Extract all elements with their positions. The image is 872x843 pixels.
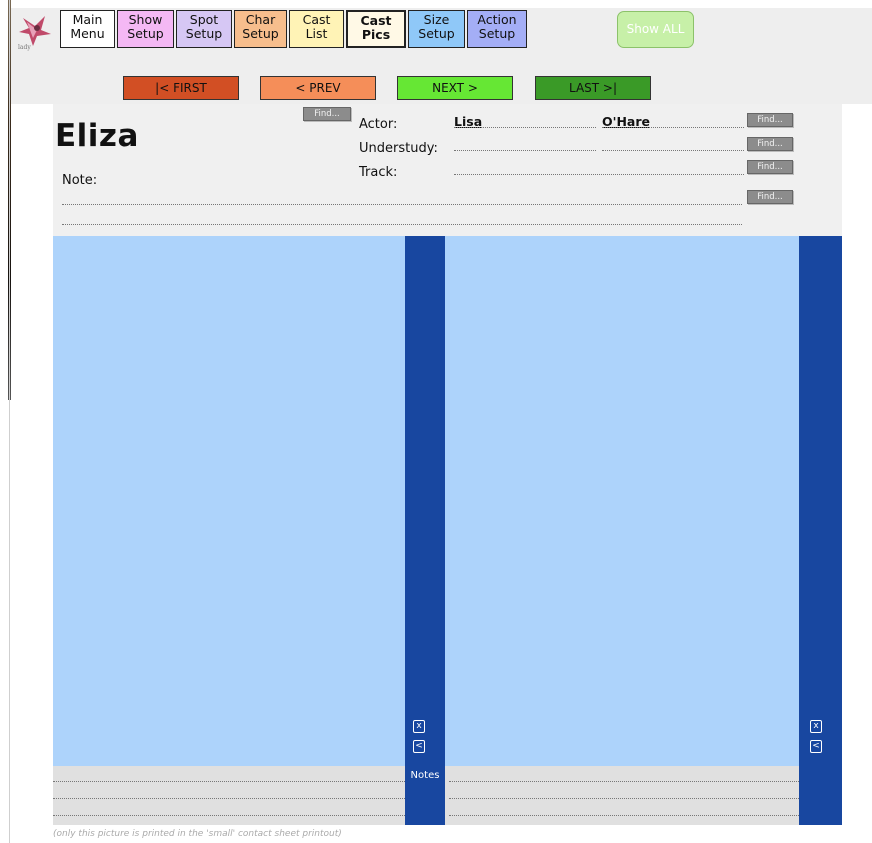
- nav-button-line2: Setup: [242, 26, 279, 41]
- find-understudy-button[interactable]: Find...: [747, 137, 793, 151]
- clear-photo-left-button[interactable]: x: [413, 720, 425, 733]
- nav-button-line2: Setup: [418, 26, 455, 41]
- nav-button-size-setup[interactable]: Size Setup: [408, 10, 465, 48]
- nav-button-line2: Setup: [185, 26, 223, 41]
- note-line-1[interactable]: [62, 204, 742, 205]
- first-record-button[interactable]: |< FIRST: [123, 76, 239, 100]
- photo-side-strip-left: [405, 236, 445, 825]
- actor-first-field[interactable]: [454, 127, 596, 128]
- nav-button-action-setup[interactable]: Action Setup: [467, 10, 527, 48]
- nav-button-line2: List: [305, 26, 328, 41]
- find-track-button[interactable]: Find...: [747, 160, 793, 174]
- photo-notes-left[interactable]: [53, 766, 405, 825]
- nav-button-line2: Setup: [127, 26, 164, 41]
- nav-button-line1: Action: [477, 12, 517, 27]
- nav-button-line1: Spot: [189, 12, 219, 27]
- nav-button-line1: Cast: [302, 12, 331, 27]
- photo-side-strip-right: [799, 236, 842, 825]
- nav-button-line2: Setup: [478, 26, 516, 41]
- nav-button-line1: Char: [245, 12, 276, 27]
- next-record-button[interactable]: NEXT >: [397, 76, 513, 100]
- photo-container-right[interactable]: [445, 236, 799, 766]
- nav-button-line1: Main: [72, 12, 103, 27]
- nav-button-cast-list[interactable]: Cast List: [289, 10, 344, 48]
- photo-container-left[interactable]: [53, 236, 405, 766]
- app-logo: lady: [15, 12, 55, 52]
- nav-button-line1: Size: [423, 12, 450, 27]
- actor-label: Actor:: [359, 117, 398, 132]
- nav-button-show-setup[interactable]: Show Setup: [117, 10, 174, 48]
- track-field[interactable]: [454, 174, 744, 175]
- last-record-button[interactable]: LAST >|: [535, 76, 651, 100]
- nav-button-line2: Pics: [361, 27, 391, 42]
- note-label: Note:: [62, 173, 98, 188]
- photo-right-back-button[interactable]: <: [810, 740, 822, 753]
- notes-label: Notes: [410, 770, 440, 781]
- window-left-edge: [0, 0, 11, 843]
- character-header-panel: [53, 104, 842, 236]
- nav-button-line1: Show: [128, 12, 163, 27]
- nav-button-spot-setup[interactable]: Spot Setup: [176, 10, 232, 48]
- photo-left-back-button[interactable]: <: [413, 740, 425, 753]
- nav-button-line2: Menu: [70, 26, 105, 41]
- nav-button-char-setup[interactable]: Char Setup: [234, 10, 287, 48]
- find-actor-button[interactable]: Find...: [747, 113, 793, 127]
- find-note-button[interactable]: Find...: [747, 190, 793, 204]
- show-all-button[interactable]: Show ALL: [617, 11, 694, 48]
- nav-button-line1: Cast: [360, 13, 392, 28]
- actor-last-field[interactable]: [602, 127, 744, 128]
- note-line-2[interactable]: [62, 224, 742, 225]
- clear-photo-right-button[interactable]: x: [810, 720, 822, 733]
- footer-note: (only this picture is printed in the 'sm…: [53, 829, 342, 839]
- previous-record-button[interactable]: < PREV: [260, 76, 376, 100]
- track-label: Track:: [359, 165, 398, 180]
- svg-text:lady: lady: [18, 44, 31, 51]
- photo-notes-right[interactable]: [445, 766, 799, 825]
- nav-button-main-menu[interactable]: Main Menu: [60, 10, 115, 48]
- find-character-button[interactable]: Find...: [303, 107, 351, 121]
- understudy-label: Understudy:: [359, 141, 438, 156]
- nav-button-cast-pics[interactable]: Cast Pics: [346, 10, 406, 48]
- understudy-first-field[interactable]: [454, 150, 596, 151]
- understudy-last-field[interactable]: [602, 150, 744, 151]
- character-name[interactable]: Eliza: [55, 118, 139, 154]
